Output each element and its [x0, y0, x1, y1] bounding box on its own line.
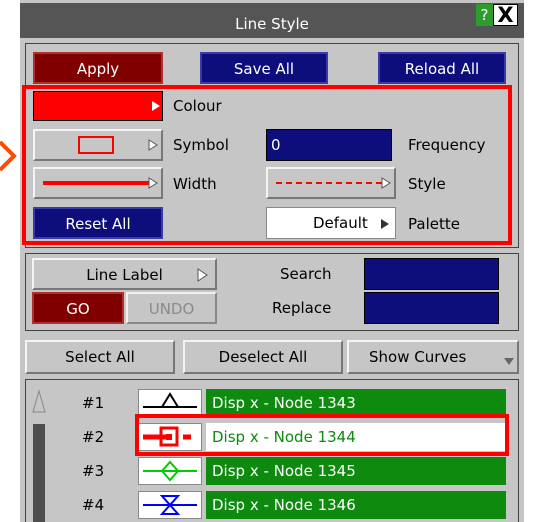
select-all-button[interactable]: Select All [25, 340, 175, 374]
list-scrollbar[interactable] [31, 388, 47, 522]
title-bar: Line Style ? X [20, 3, 524, 38]
curve-symbol-cell[interactable] [138, 491, 202, 519]
search-label: Search [280, 265, 332, 283]
search-input[interactable] [364, 258, 499, 290]
save-all-button[interactable]: Save All [200, 52, 328, 84]
line-label-button[interactable]: Line Label [32, 258, 217, 290]
reload-all-button[interactable]: Reload All [378, 52, 506, 84]
curve-number: #4 [82, 496, 105, 514]
scrollbar-thumb[interactable] [33, 424, 45, 522]
curve-name[interactable]: Disp x - Node 1345 [206, 457, 506, 485]
selection-highlight [135, 414, 509, 456]
hourglass-symbol-icon [143, 495, 197, 515]
curve-symbol-cell[interactable] [138, 457, 202, 485]
apply-button[interactable]: Apply [33, 52, 163, 84]
triangle-symbol-icon [143, 392, 197, 408]
chevron-down-icon [504, 358, 514, 365]
help-button[interactable]: ? [476, 4, 493, 26]
show-curves-text: Show Curves [369, 348, 467, 366]
curve-number: #1 [82, 394, 105, 412]
curve-symbol-cell[interactable] [138, 389, 202, 417]
curve-name[interactable]: Disp x - Node 1346 [206, 491, 506, 519]
diamond-symbol-icon [143, 460, 197, 482]
curve-number: #2 [82, 428, 105, 446]
curve-number: #3 [82, 462, 105, 480]
replace-label: Replace [272, 299, 332, 317]
show-curves-button[interactable]: Show Curves [347, 340, 519, 374]
deselect-all-button[interactable]: Deselect All [183, 340, 343, 374]
window-title: Line Style [235, 15, 309, 33]
undo-button[interactable]: UNDO [126, 292, 217, 324]
scroll-up-icon [32, 389, 46, 413]
go-button[interactable]: GO [32, 292, 124, 324]
replace-input[interactable] [364, 292, 499, 324]
dropdown-arrow-icon [197, 268, 208, 282]
close-button[interactable]: X [493, 4, 518, 26]
line-style-panel: Line Style ? X Apply Save All Reload All… [20, 0, 524, 522]
line-label-text: Line Label [86, 266, 163, 284]
callout-arrow-icon [0, 136, 22, 180]
curve-name[interactable]: Disp x - Node 1343 [206, 389, 506, 417]
highlight-box [22, 85, 512, 245]
